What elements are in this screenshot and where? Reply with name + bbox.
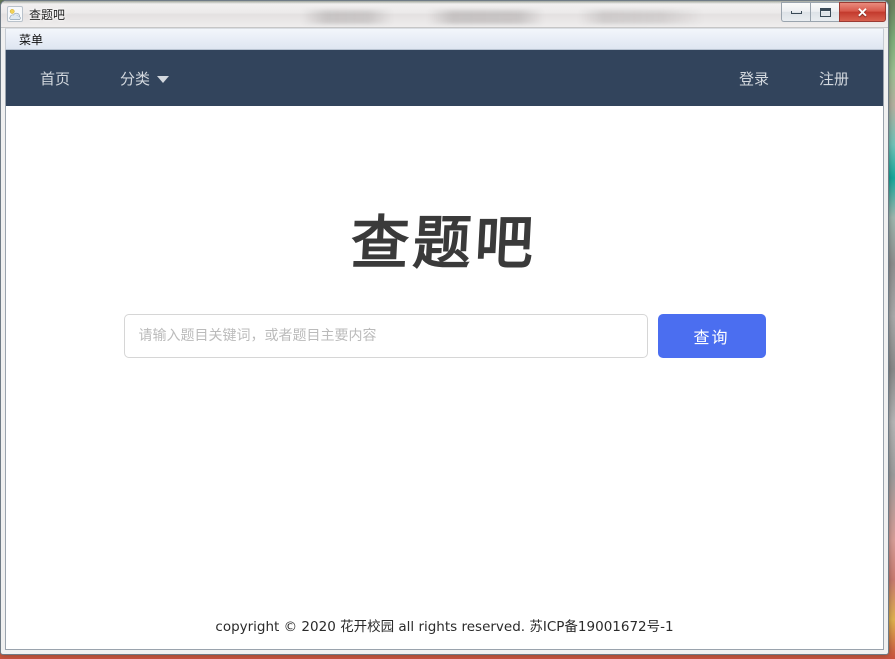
- nav-item-login-label: 登录: [738, 69, 769, 88]
- close-button[interactable]: ✕: [839, 2, 886, 22]
- nav-item-home-label: 首页: [40, 69, 71, 88]
- nav-item-category[interactable]: 分类: [108, 62, 181, 95]
- chevron-down-icon: [157, 75, 170, 83]
- window-controls: ✕: [781, 2, 886, 22]
- app-icon: [7, 6, 23, 22]
- nav-item-category-label: 分类: [120, 69, 151, 88]
- menu-bar: 菜单: [5, 28, 884, 50]
- window-title: 查题吧: [29, 7, 66, 22]
- minimize-button[interactable]: [781, 2, 810, 22]
- navbar-right-group: 登录 注册: [727, 62, 861, 95]
- minimize-icon: [790, 10, 802, 14]
- search-button[interactable]: 查询: [657, 314, 766, 358]
- site-navbar: 首页 分类 登录 注册: [6, 50, 883, 106]
- application-window: 查题吧 ✕ 菜单 首页 分类 登录 注册 查题吧 请输入题目关键词，或者题目主要…: [0, 0, 889, 655]
- web-page-viewport: 首页 分类 登录 注册 查题吧 查询: [5, 50, 884, 650]
- site-footer: copyright © 2020 花开校园 all rights reserve…: [215, 619, 674, 635]
- nav-item-register[interactable]: 注册: [807, 62, 861, 95]
- maximize-icon: [819, 7, 831, 17]
- window-title-bar[interactable]: 查题吧 ✕: [1, 1, 888, 28]
- title-bar-tint: [1, 1, 888, 4]
- title-bar-glass-blur: [301, 10, 721, 24]
- menu-item-main[interactable]: 菜单: [14, 30, 48, 49]
- nav-item-home[interactable]: 首页: [28, 62, 82, 95]
- maximize-button[interactable]: [810, 2, 839, 22]
- nav-item-register-label: 注册: [818, 69, 849, 88]
- navbar-left-group: 首页 分类: [28, 62, 181, 95]
- nav-item-login[interactable]: 登录: [727, 62, 781, 95]
- search-input[interactable]: [123, 314, 648, 358]
- hero-section: 查题吧 查询: [6, 106, 883, 605]
- close-icon: ✕: [857, 4, 868, 20]
- search-row: 查询: [123, 314, 766, 358]
- page-title: 查题吧: [349, 209, 540, 277]
